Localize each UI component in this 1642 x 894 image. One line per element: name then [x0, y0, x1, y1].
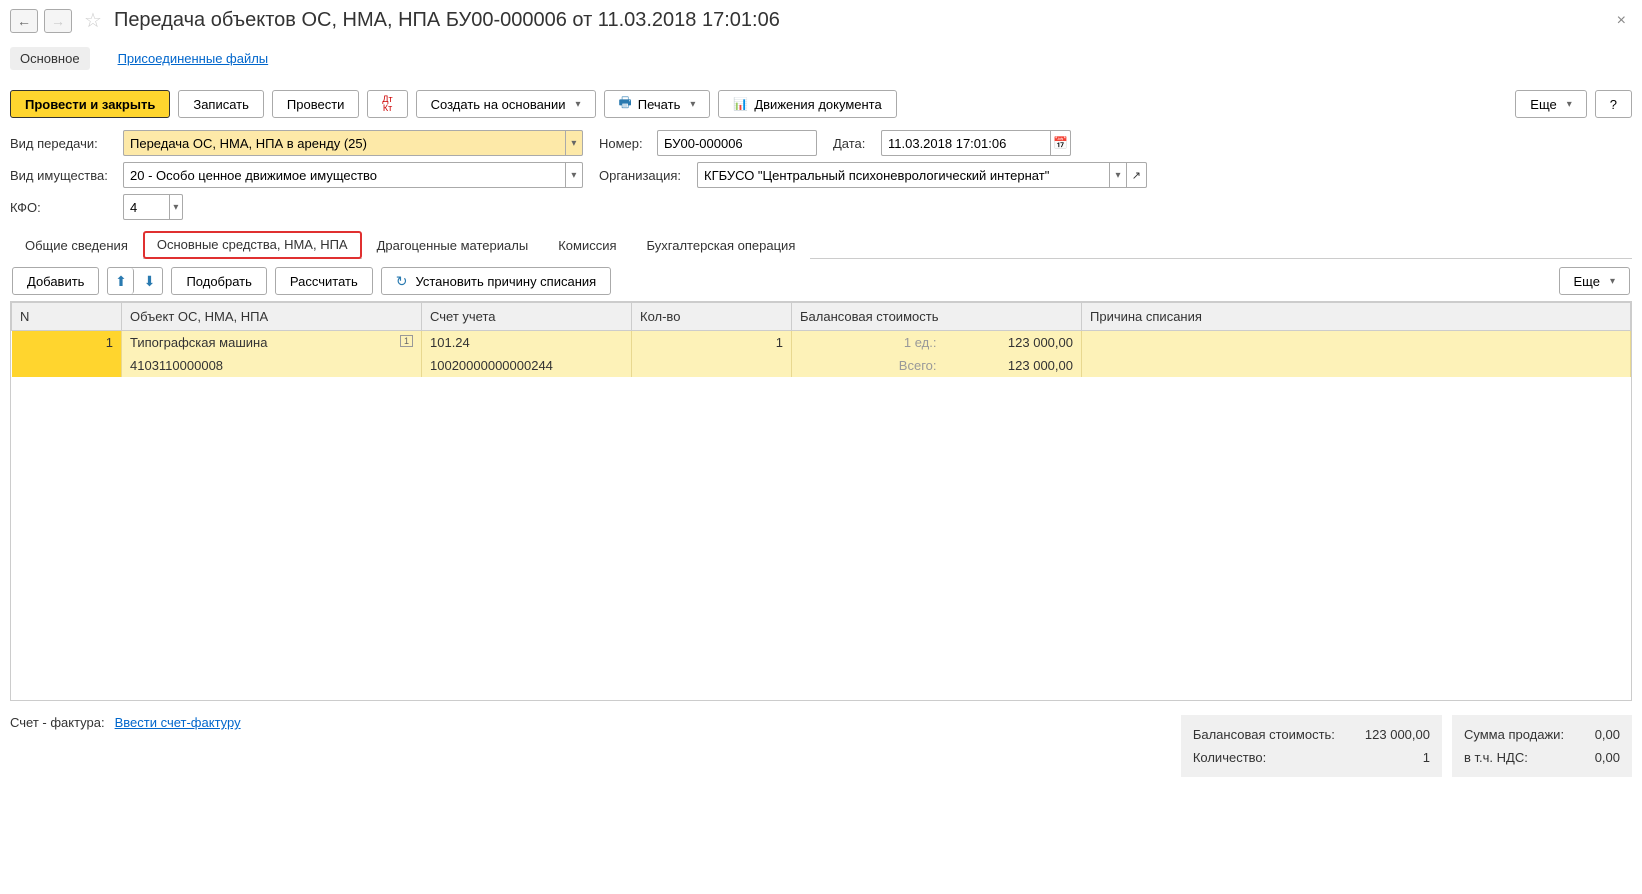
property-type-label: Вид имущества:: [10, 168, 115, 183]
back-button[interactable]: ←: [10, 9, 38, 33]
select-button[interactable]: Подобрать: [171, 267, 266, 295]
summary-balance: Балансовая стоимость:123 000,00 Количест…: [1181, 715, 1442, 777]
tab-commission[interactable]: Комиссия: [543, 231, 631, 259]
summary-sale: Сумма продажи:0,00 в т.ч. НДС:0,00: [1452, 715, 1632, 777]
col-qty[interactable]: Кол-во: [632, 303, 792, 331]
date-field[interactable]: 📅: [881, 130, 1071, 156]
help-button[interactable]: ?: [1595, 90, 1632, 118]
reason-icon: ↻: [396, 273, 408, 290]
print-button[interactable]: 🖶Печать: [604, 90, 711, 118]
col-object[interactable]: Объект ОС, НМА, НПА: [122, 303, 422, 331]
dtkt-icon: ДтКт: [382, 95, 392, 113]
move-down-button[interactable]: ⬇: [136, 268, 162, 294]
col-n[interactable]: N: [12, 303, 122, 331]
col-reason[interactable]: Причина списания: [1082, 303, 1631, 331]
invoice-link[interactable]: Ввести счет-фактуру: [115, 715, 241, 730]
table-row[interactable]: 1 Типографская машина1 101.24 1 1 ед.:12…: [12, 331, 1631, 355]
tab-general[interactable]: Общие сведения: [10, 231, 143, 259]
set-reason-button[interactable]: ↻Установить причину списания: [381, 267, 611, 295]
col-account[interactable]: Счет учета: [422, 303, 632, 331]
forward-button[interactable]: →: [44, 9, 72, 33]
number-label: Номер:: [599, 136, 649, 151]
page-title: Передача объектов ОС, НМА, НПА БУ00-0000…: [114, 9, 1605, 32]
calculate-button[interactable]: Рассчитать: [275, 267, 373, 295]
nav-main[interactable]: Основное: [10, 47, 90, 70]
print-icon: 🖶: [619, 92, 632, 116]
close-button[interactable]: ×: [1611, 12, 1632, 30]
nav-files[interactable]: Присоединенные файлы: [108, 47, 279, 70]
move-up-button[interactable]: ⬆: [108, 268, 134, 294]
indicator-icon: 1: [400, 335, 413, 347]
table-row[interactable]: 4103110000008 10020000000000244 Всего:12…: [12, 354, 1631, 377]
favorite-star-icon[interactable]: ☆: [84, 8, 102, 33]
invoice-label: Счет - фактура:: [10, 715, 105, 730]
org-field[interactable]: ▾ ↗: [697, 162, 1147, 188]
add-button[interactable]: Добавить: [12, 267, 99, 295]
property-type-field[interactable]: ▾: [123, 162, 583, 188]
dropdown-icon[interactable]: ▾: [169, 195, 182, 219]
transfer-type-field[interactable]: ▾: [123, 130, 583, 156]
tab-precious[interactable]: Драгоценные материалы: [362, 231, 544, 259]
tab-accounting[interactable]: Бухгалтерская операция: [632, 231, 811, 259]
kfo-label: КФО:: [10, 200, 115, 215]
movements-button[interactable]: 📊Движения документа: [718, 90, 896, 118]
number-field[interactable]: [657, 130, 817, 156]
calendar-icon[interactable]: 📅: [1050, 131, 1070, 155]
tab-assets[interactable]: Основные средства, НМА, НПА: [143, 231, 362, 259]
chart-icon: 📊: [733, 97, 748, 111]
dropdown-icon[interactable]: ▾: [1109, 163, 1126, 187]
more-button[interactable]: Еще: [1515, 90, 1586, 118]
save-button[interactable]: Записать: [178, 90, 264, 118]
arrow-up-icon: ⬆: [115, 273, 127, 290]
arrow-down-icon: ⬇: [144, 273, 156, 290]
dtkt-button[interactable]: ДтКт: [367, 90, 407, 118]
kfo-field[interactable]: ▾: [123, 194, 183, 220]
create-based-button[interactable]: Создать на основании: [416, 90, 596, 118]
open-icon[interactable]: ↗: [1126, 163, 1146, 187]
tab-more-button[interactable]: Еще: [1559, 267, 1630, 295]
col-balance[interactable]: Балансовая стоимость: [792, 303, 1082, 331]
org-label: Организация:: [599, 168, 689, 183]
date-label: Дата:: [833, 136, 873, 151]
post-close-button[interactable]: Провести и закрыть: [10, 90, 170, 118]
post-button[interactable]: Провести: [272, 90, 360, 118]
transfer-type-label: Вид передачи:: [10, 136, 115, 151]
dropdown-icon[interactable]: ▾: [565, 131, 582, 155]
assets-table[interactable]: N Объект ОС, НМА, НПА Счет учета Кол-во …: [10, 301, 1632, 701]
dropdown-icon[interactable]: ▾: [565, 163, 582, 187]
